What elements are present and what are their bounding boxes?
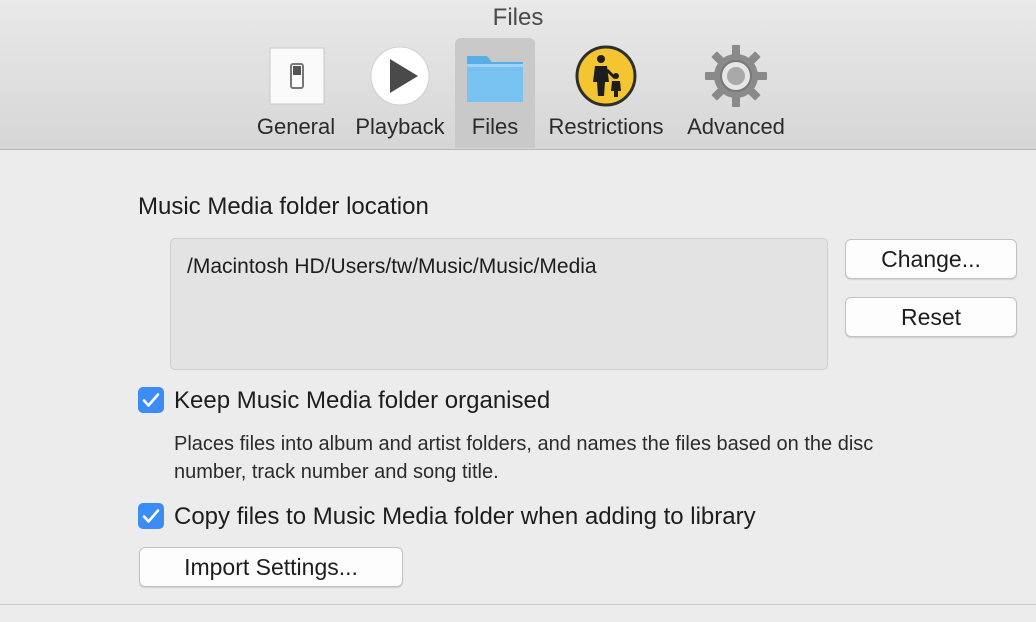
checkmark-icon (142, 509, 160, 523)
tab-advanced-label: Advanced (687, 114, 785, 139)
tab-playback-label: Playback (355, 114, 445, 139)
folder-icon (463, 44, 527, 108)
import-settings-button[interactable]: Import Settings... (139, 547, 403, 587)
parental-icon (574, 44, 638, 108)
change-button[interactable]: Change... (845, 239, 1017, 279)
keep-organised-checkbox[interactable] (138, 387, 164, 413)
folder-path-field: /Macintosh HD/Users/tw/Music/Music/Media (170, 238, 828, 370)
window-title: Files (492, 4, 544, 31)
keep-organised-label: Keep Music Media folder organised (174, 387, 551, 414)
tab-general-label: General (256, 114, 336, 139)
preferences-toolbar: Files General Playback Files Restriction… (0, 0, 1036, 150)
copy-files-checkbox[interactable] (138, 503, 164, 529)
tab-advanced[interactable]: Advanced (682, 38, 790, 148)
description-line-1: Places files into album and artist folde… (174, 433, 874, 455)
tab-files[interactable]: Files (455, 38, 535, 148)
gear-icon (704, 44, 768, 108)
checkmark-icon (142, 393, 160, 407)
tab-restrictions[interactable]: Restrictions (543, 38, 669, 148)
copy-files-label: Copy files to Music Media folder when ad… (174, 503, 756, 530)
tab-restrictions-label: Restrictions (548, 114, 664, 139)
tab-playback[interactable]: Playback (352, 38, 448, 148)
reset-button[interactable]: Reset (845, 297, 1017, 337)
play-icon (368, 44, 432, 108)
keep-organised-description: Places files into album and artist folde… (174, 430, 1024, 486)
folder-path-text: /Macintosh HD/Users/tw/Music/Music/Media (187, 255, 597, 278)
description-line-2: number, track number and song title. (174, 461, 499, 483)
switch-icon (264, 44, 328, 108)
tab-general[interactable]: General (252, 38, 340, 148)
folder-location-label: Music Media folder location (138, 193, 429, 220)
bottom-divider (0, 604, 1036, 605)
tab-files-label: Files (471, 114, 519, 139)
